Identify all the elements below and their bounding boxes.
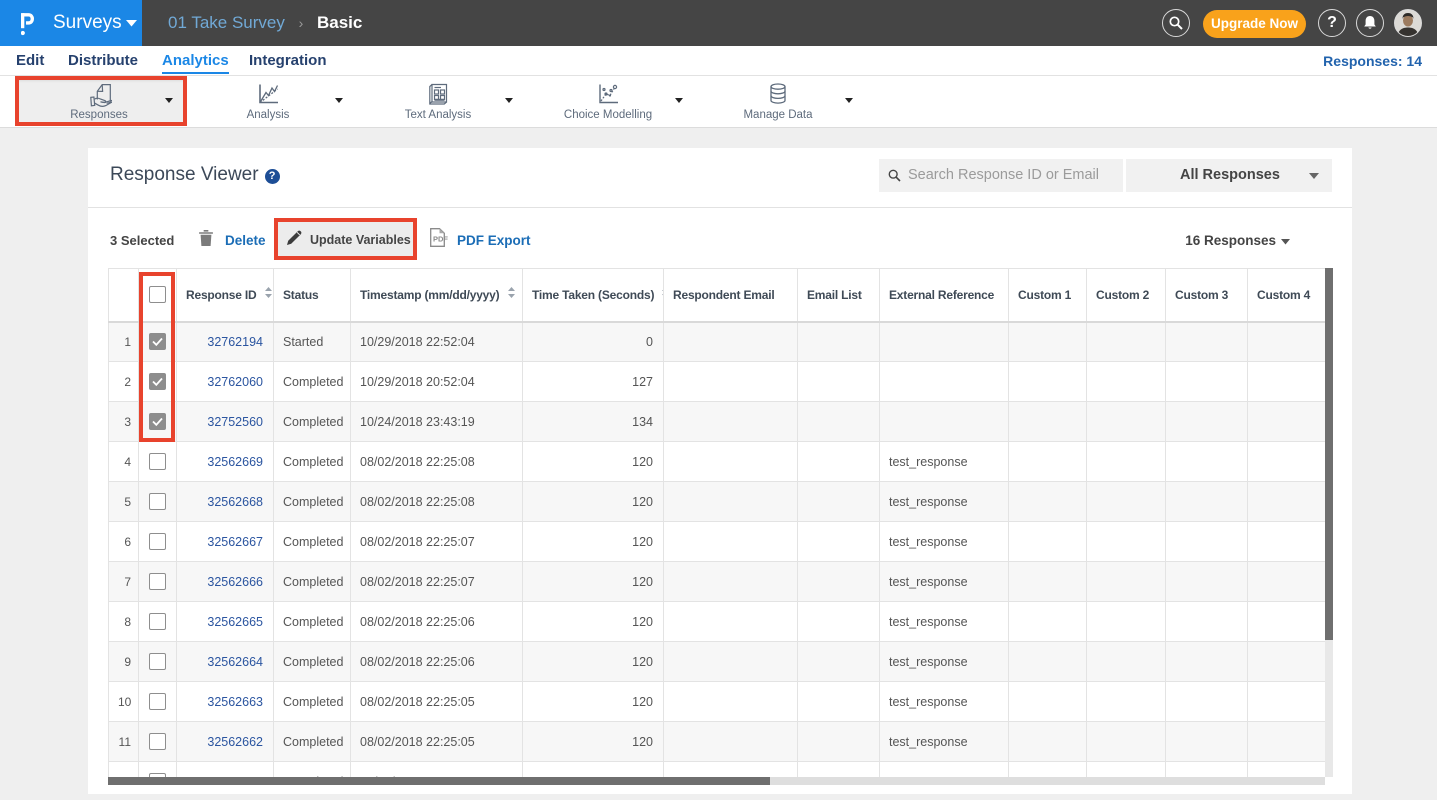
svg-text:PDF: PDF (433, 235, 448, 244)
